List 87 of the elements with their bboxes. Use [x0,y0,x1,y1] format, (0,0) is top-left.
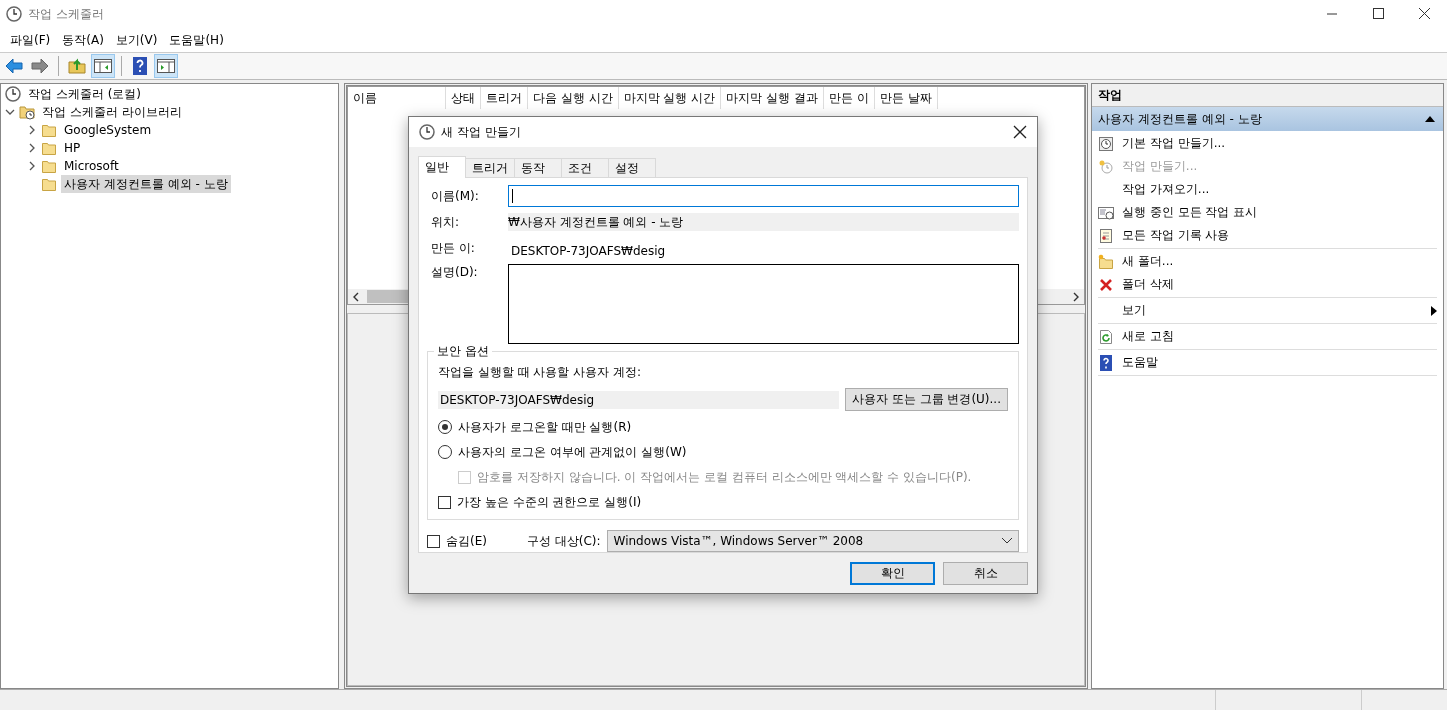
submenu-arrow-icon [1431,305,1437,316]
field-label: 위치: [430,213,461,231]
tree-item[interactable]: 작업 스케줄러 (로컬) [25,85,144,103]
column-header[interactable]: 트리거 [481,87,528,109]
dialog-title: 새 작업 만들기 [441,123,521,141]
option-label: 사용자가 로그온할 때만 실행(R) [458,418,632,436]
pane-header: 작업 [1092,84,1443,107]
tree-item[interactable]: Microsoft [61,157,122,175]
menu-item[interactable]: 동작(A) [62,31,104,49]
collapse-triangle-icon[interactable] [1425,116,1435,122]
column-header[interactable]: 만든 날짜 [874,87,938,109]
checkbox[interactable] [427,534,440,548]
window-title: 작업 스케줄러 [28,5,104,23]
clock-page-icon [1098,135,1114,152]
chevron-down-icon [1002,538,1012,544]
notebook-icon [1098,227,1114,244]
column-header[interactable]: 마지막 실행 시간 [618,87,722,109]
action-item[interactable]: 새로 고침 [1098,325,1437,348]
folder-icon [41,176,57,192]
folder-clock-icon [19,104,35,120]
list-clock-icon [1098,204,1114,221]
action-item[interactable]: 새 폴더... [1098,250,1437,273]
field-label: 설명(D): [430,264,479,281]
group-title: 보안 옵션 [434,343,492,360]
folder-icon [1098,253,1114,270]
column-header[interactable]: 마지막 실행 결과 [721,87,824,109]
refresh-icon [1098,328,1114,345]
collapse-chevron-icon[interactable] [5,107,15,117]
action-item[interactable]: 실행 중인 모든 작업 표시 [1098,201,1437,224]
action-item[interactable]: 도움말 [1098,351,1437,374]
description-field[interactable] [508,264,1019,344]
folder-icon [41,140,57,156]
configure-dropdown[interactable]: Windows Vista™, Windows Server™ 2008 [606,530,1019,552]
menu-item[interactable]: 파일(F) [10,31,51,49]
tree-item[interactable]: 작업 스케줄러 라이브러리 [39,103,185,121]
pane-toggle-button[interactable] [154,54,178,78]
author-value: DESKTOP-73JOAFS₩desig [510,243,666,258]
clock-icon [419,124,435,140]
action-item[interactable]: 기본 작업 만들기... [1098,132,1437,155]
clock-icon [6,6,22,22]
close-icon[interactable] [1013,125,1027,139]
tab[interactable]: 일반 [418,156,466,178]
tab[interactable]: 조건 [561,158,609,177]
action-item[interactable]: 모든 작업 기록 사용 [1098,224,1437,247]
expand-chevron-icon[interactable] [27,143,37,153]
menu-item[interactable]: 도움말(H) [169,31,224,49]
account-label: 작업을 실행할 때 사용할 사용자 계정: [438,364,643,381]
scroll-left-icon[interactable] [351,291,361,302]
help-icon [1098,354,1114,371]
folder-icon [41,158,57,174]
account-value: DESKTOP-73JOAFS₩desig [438,390,839,409]
option-label: 가장 높은 수준의 권한으로 실행(I) [457,493,642,511]
action-item[interactable]: 폴더 삭제 [1098,273,1437,296]
option-label: 사용자의 로그온 여부에 관계없이 실행(W) [458,443,687,461]
clock-icon [1098,158,1114,175]
option-label: 암호를 저장하지 않습니다. 이 작업에서는 로컬 컴퓨터 리소스에만 액세스할 수 있습니다(P). [477,468,972,486]
tab[interactable]: 설정 [608,158,656,177]
column-header[interactable]: 이름 [348,87,446,109]
tree-item[interactable]: 사용자 계정컨트롤 예외 - 노랑 [61,175,231,193]
name-input-field[interactable] [508,185,1019,207]
tree-item[interactable]: GoogleSystem [61,121,155,139]
checkbox[interactable] [438,495,451,509]
ok-button[interactable]: 확인 [850,562,935,585]
location-value: ₩사용자 계정컨트롤 예외 - 노랑 [508,213,1019,231]
action-item[interactable]: 보기 [1098,299,1437,322]
cancel-button[interactable]: 취소 [943,562,1028,585]
field-label: 구성 대상(C): [526,532,601,550]
option-label: 숨김(E) [446,532,487,550]
scroll-right-icon[interactable] [1071,291,1081,302]
expand-chevron-icon[interactable] [27,161,37,171]
change-user-button[interactable]: 사용자 또는 그룹 변경(U)... [844,388,1008,411]
tree-item[interactable]: HP [61,139,84,157]
column-header[interactable]: 다음 실행 시간 [528,87,619,109]
field-label: 만든 이: [430,239,476,257]
column-header[interactable]: 상태 [446,87,481,109]
folder-icon [41,122,57,138]
expand-chevron-icon[interactable] [27,125,37,135]
action-item[interactable]: 작업 가져오기... [1098,178,1437,201]
delete-icon [1098,276,1114,293]
field-label: 이름(M): [430,187,480,205]
column-header[interactable]: 만든 이 [823,87,875,109]
tab[interactable]: 트리거 [465,158,515,177]
pane-toggle-button[interactable] [91,54,115,78]
tab[interactable]: 동작 [514,158,562,177]
clock-icon [5,86,21,102]
menu-item[interactable]: 보기(V) [115,31,158,49]
section-header[interactable]: 사용자 계정컨트롤 예외 - 노랑 [1092,107,1443,131]
